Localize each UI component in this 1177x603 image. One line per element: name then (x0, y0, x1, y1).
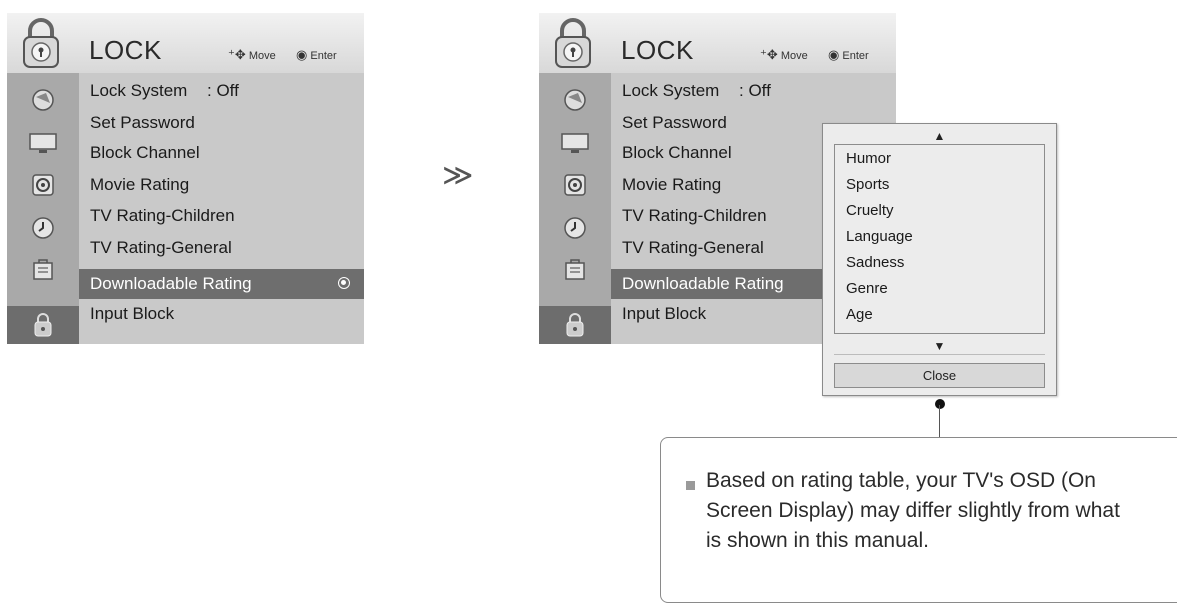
step-arrow: ≫ (442, 159, 474, 192)
scroll-up-arrow-icon[interactable]: ▲ (823, 129, 1056, 143)
speaker-icon[interactable] (7, 166, 79, 204)
option-language[interactable]: Language (846, 228, 913, 245)
rating-options-popup: ▲ Humor Sports Cruelty Language Sadness … (822, 123, 1057, 396)
menu-item-lock-system[interactable]: Lock System : Off (611, 76, 896, 106)
option-icon[interactable] (7, 251, 79, 289)
enter-icon (338, 277, 350, 289)
move-arrows-icon: ⁺✥ (228, 47, 246, 62)
close-button[interactable]: Close (834, 363, 1045, 388)
menu-header: LOCK ⁺✥ Move ◉ Enter (539, 13, 896, 73)
menu-item-tv-rating-general[interactable]: TV Rating-General (79, 233, 364, 263)
menu-item-downloadable-rating[interactable]: Downloadable Rating (79, 269, 364, 299)
option-age[interactable]: Age (846, 306, 873, 323)
picture-icon[interactable] (7, 81, 79, 119)
menu-item-set-password[interactable]: Set Password (79, 108, 364, 138)
enter-button-icon: ◉ (296, 47, 308, 62)
lock-system-value: : Off (739, 81, 771, 100)
picture-icon[interactable] (539, 81, 611, 119)
menu-title: LOCK (621, 35, 694, 65)
clock-icon[interactable] (539, 209, 611, 247)
lock-logo-icon (555, 18, 591, 68)
option-cruelty[interactable]: Cruelty (846, 202, 894, 219)
move-arrows-icon: ⁺✥ (760, 47, 778, 62)
move-hint: ⁺✥ Move (760, 47, 808, 62)
rating-options-list: Humor Sports Cruelty Language Sadness Ge… (834, 144, 1045, 334)
menu-header: LOCK ⁺✥ Move ◉ Enter (7, 13, 364, 73)
callout-dot (935, 399, 945, 409)
screen-icon[interactable] (7, 124, 79, 162)
menu-item-lock-system[interactable]: Lock System : Off (79, 76, 364, 106)
option-sadness[interactable]: Sadness (846, 254, 904, 271)
move-hint: ⁺✥ Move (228, 47, 276, 62)
category-rail (7, 73, 79, 344)
menu-title: LOCK (89, 35, 162, 65)
lock-menu-left: LOCK ⁺✥ Move ◉ Enter Lock System: Off S… (7, 13, 364, 344)
menu-item-block-channel[interactable]: Block Channel (79, 138, 364, 168)
option-genre[interactable]: Genre (846, 280, 888, 297)
menu-item-input-block[interactable]: Input Block (79, 299, 364, 329)
callout-line (939, 405, 940, 437)
clock-icon[interactable] (7, 209, 79, 247)
scroll-down-arrow-icon[interactable]: ▼ (823, 339, 1056, 353)
enter-button-icon: ◉ (828, 47, 840, 62)
speaker-icon[interactable] (539, 166, 611, 204)
category-rail (539, 73, 611, 344)
lock-system-value: : Off (207, 81, 239, 100)
lock-icon[interactable] (539, 306, 611, 344)
menu-item-tv-rating-children[interactable]: TV Rating-Children (79, 201, 364, 231)
lock-icon[interactable] (7, 306, 79, 344)
option-sports[interactable]: Sports (846, 176, 889, 193)
screen-icon[interactable] (539, 124, 611, 162)
enter-hint: ◉ Enter (296, 47, 337, 62)
popup-divider (834, 354, 1045, 355)
option-icon[interactable] (539, 251, 611, 289)
lock-logo-icon (23, 18, 59, 68)
bullet-square-icon (686, 481, 695, 490)
option-humor[interactable]: Humor (846, 150, 891, 167)
note-text: Based on rating table, your TV's OSD (On… (706, 469, 1120, 552)
note-box: Based on rating table, your TV's OSD (On… (660, 437, 1177, 603)
menu-item-movie-rating[interactable]: Movie Rating (79, 170, 364, 200)
enter-hint: ◉ Enter (828, 47, 869, 62)
